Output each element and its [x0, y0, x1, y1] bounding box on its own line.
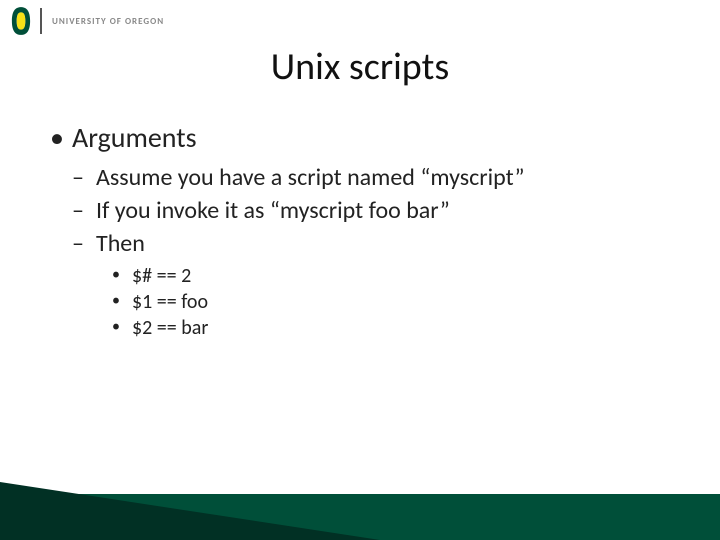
bullet-assume: Assume you have a script named “myscript… [72, 163, 690, 192]
slide-body: Arguments Assume you have a script named… [0, 90, 720, 340]
slide-header: UNIVERSITY OF OREGON [0, 0, 720, 34]
slide-footer-graphic [0, 482, 720, 540]
bullet-dollar2: $2 == bar [112, 316, 690, 340]
bullet-arguments-text: Arguments [72, 120, 197, 155]
bullet-arguments: Arguments Assume you have a script named… [50, 120, 690, 340]
bullet-hash: $# == 2 [112, 264, 690, 288]
bullet-invoke: If you invoke it as “myscript foo bar” [72, 196, 690, 225]
bullet-dollar1: $1 == foo [112, 290, 690, 314]
header-divider [40, 8, 42, 34]
slide-title: Unix scripts [0, 44, 720, 90]
oregon-o-logo-icon [10, 6, 32, 36]
bullet-then: Then $# == 2 $1 == foo $2 == bar [72, 229, 690, 340]
university-name: UNIVERSITY OF OREGON [52, 16, 164, 27]
footer-diagonal [0, 482, 380, 540]
bullet-then-text: Then [96, 229, 145, 258]
